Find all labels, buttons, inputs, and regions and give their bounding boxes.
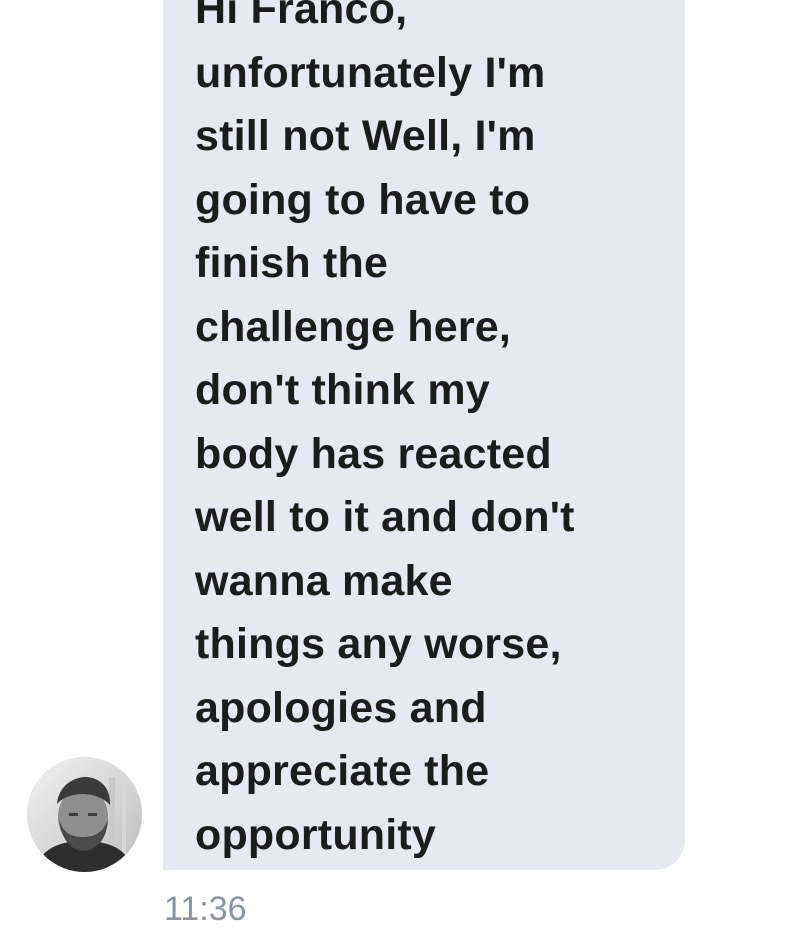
message-timestamp: 11:36	[164, 890, 247, 928]
message-text: Hi Franco, unfortunately I'm still not W…	[195, 0, 575, 859]
sender-avatar[interactable]	[27, 757, 142, 872]
user-avatar-icon	[27, 757, 142, 872]
